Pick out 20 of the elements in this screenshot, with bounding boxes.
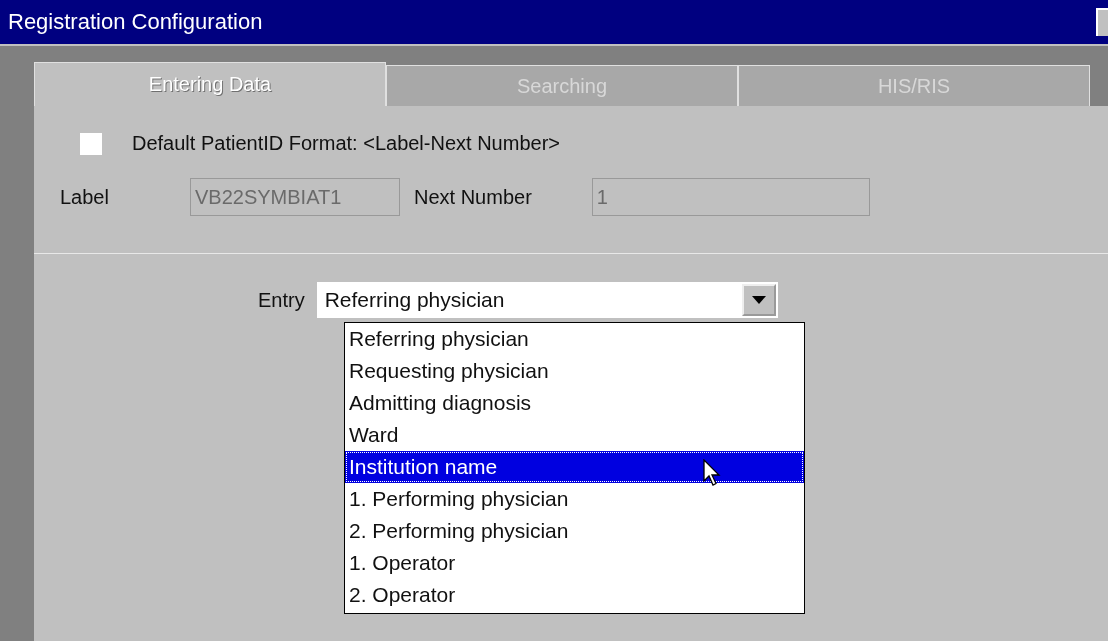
mouse-cursor-icon (703, 459, 721, 487)
field-label: Label (60, 185, 110, 209)
caret-icon (751, 296, 766, 304)
list-option[interactable]: Institution name (345, 451, 804, 483)
dropdown[interactable]: Referring physician (316, 282, 778, 318)
field-label: Entry (258, 288, 305, 312)
window-title: Registration Configuration (7, 9, 263, 35)
list-option[interactable]: 1. Performing physician (345, 483, 804, 515)
list-option[interactable]: 2. Operator (345, 579, 804, 611)
field-label: Next Number (414, 185, 532, 209)
list-option[interactable]: 2. Performing physician (345, 515, 804, 547)
checkbox-label: Default PatientID Format: <Label-Next Number> (132, 132, 560, 155)
list-option[interactable]: Admitting diagnosis (345, 387, 804, 419)
list-option[interactable]: Ward (345, 419, 804, 451)
list-option[interactable]: 1. Operator (345, 547, 804, 579)
checkbox[interactable] (80, 132, 102, 155)
list-option[interactable]: Requesting physician (345, 355, 804, 387)
dropdown-arrow-button[interactable] (741, 284, 776, 316)
list-option[interactable]: Referring physician (345, 323, 804, 355)
close-button[interactable] (1096, 8, 1108, 36)
